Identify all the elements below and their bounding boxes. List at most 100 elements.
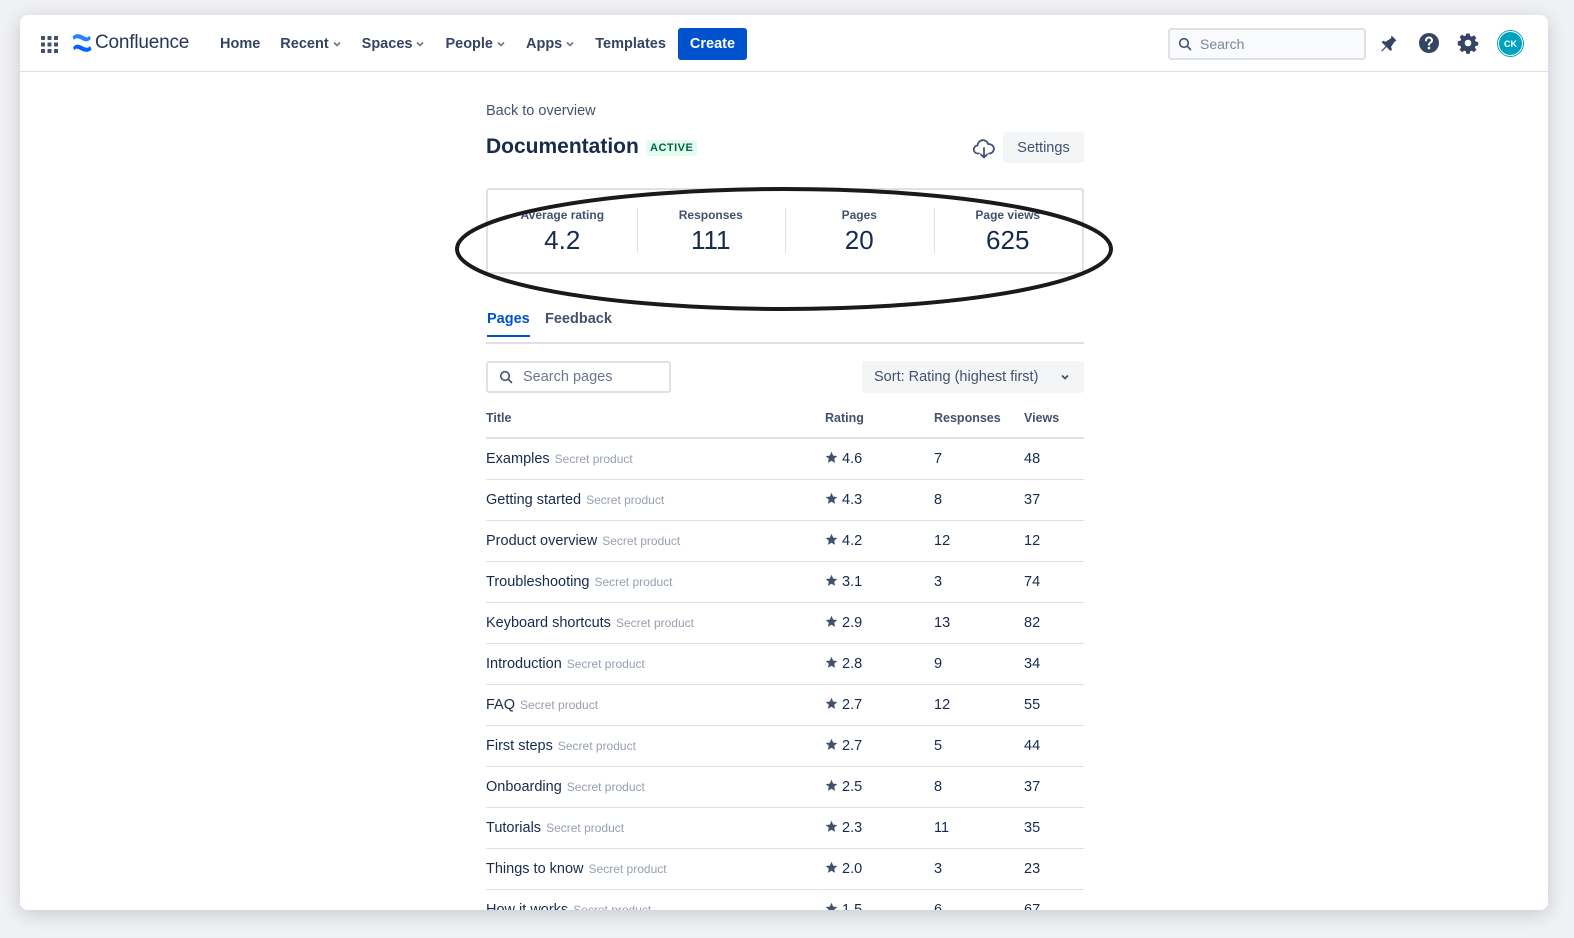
cell-views: 35 bbox=[1024, 807, 1084, 849]
pages-search-input[interactable] bbox=[523, 369, 663, 385]
cell-title: First steps Secret product bbox=[486, 725, 825, 767]
stat-average-rating: Average rating 4.2 bbox=[488, 190, 637, 272]
tab-feedback[interactable]: Feedback bbox=[545, 311, 612, 335]
chevron-down-icon bbox=[333, 41, 341, 47]
rating-value: 2.8 bbox=[842, 655, 863, 672]
cell-views: 23 bbox=[1024, 848, 1084, 890]
space-name: Secret product bbox=[615, 615, 694, 630]
nav-item-label: Templates bbox=[595, 35, 666, 52]
table-row: Examples Secret product 4.6 7 48 bbox=[486, 438, 1084, 480]
page-title-link[interactable]: How it works bbox=[486, 902, 568, 911]
star-icon bbox=[825, 779, 838, 791]
stat-label: Average rating bbox=[520, 208, 605, 222]
stat-label: Responses bbox=[678, 208, 743, 222]
cell-responses: 12 bbox=[934, 684, 1024, 726]
stats-panel: Average rating 4.2 Responses 111 Pages 2… bbox=[486, 188, 1084, 274]
space-name: Secret product bbox=[566, 656, 645, 671]
cell-rating: 4.2 bbox=[825, 520, 934, 562]
space-name: Secret product bbox=[520, 697, 599, 712]
table-row: How it works Secret product 1.5 6 67 bbox=[486, 889, 1084, 910]
cell-views: 74 bbox=[1024, 561, 1084, 603]
cell-rating: 4.3 bbox=[825, 479, 934, 521]
nav-item-apps[interactable]: Apps bbox=[526, 36, 575, 52]
pages-search[interactable] bbox=[486, 361, 671, 393]
cell-rating: 2.5 bbox=[825, 766, 934, 808]
star-icon bbox=[825, 574, 838, 586]
cell-title: FAQ Secret product bbox=[486, 684, 825, 726]
page-title-link[interactable]: Product overview bbox=[486, 533, 597, 549]
confluence-logo-icon bbox=[72, 34, 92, 52]
notifications-icon[interactable] bbox=[1378, 32, 1400, 54]
page-title-link[interactable]: FAQ bbox=[486, 697, 515, 713]
page-title-link[interactable]: Introduction bbox=[486, 656, 562, 672]
page-title-link[interactable]: Examples bbox=[486, 451, 550, 467]
cell-title: Onboarding Secret product bbox=[486, 766, 825, 808]
space-name: Secret product bbox=[594, 574, 673, 589]
sort-dropdown[interactable]: Sort: Rating (highest first) bbox=[862, 361, 1084, 393]
cell-responses: 12 bbox=[934, 520, 1024, 562]
cell-views: 37 bbox=[1024, 479, 1084, 521]
nav-item-home[interactable]: Home bbox=[220, 36, 260, 52]
cell-rating: 2.0 bbox=[825, 848, 934, 890]
table-row: Getting started Secret product 4.3 8 37 bbox=[486, 479, 1084, 521]
column-header-views[interactable]: Views bbox=[1024, 399, 1084, 439]
page-title-link[interactable]: Tutorials bbox=[486, 820, 541, 836]
cell-title: Getting started Secret product bbox=[486, 479, 825, 521]
page-title-link[interactable]: Troubleshooting bbox=[486, 574, 589, 590]
table-body: Examples Secret product 4.6 7 4 8 Getting star… bbox=[486, 438, 1084, 910]
top-navigation: Confluence Home Recent Spaces People App… bbox=[20, 15, 1548, 72]
global-search[interactable] bbox=[1168, 28, 1366, 60]
page-title-link[interactable]: Getting started bbox=[486, 492, 581, 508]
settings-button[interactable]: Settings bbox=[1003, 132, 1084, 163]
cell-title: Product overview Secret product bbox=[486, 520, 825, 562]
rating-value: 4.3 bbox=[842, 491, 863, 508]
space-name: Secret product bbox=[554, 451, 633, 466]
cell-views: 82 bbox=[1024, 602, 1084, 644]
stat-page-views: Page views 625 bbox=[933, 190, 1083, 272]
cell-rating: 4.6 bbox=[825, 438, 934, 480]
tab-bar: Pages Feedback bbox=[486, 304, 1084, 344]
page-title-link[interactable]: Things to know bbox=[486, 861, 584, 877]
cell-responses: 11 bbox=[934, 807, 1024, 849]
cell-title: Troubleshooting Secret product bbox=[486, 561, 825, 603]
sort-label: Sort: Rating (highest first) bbox=[874, 369, 1039, 385]
column-header-title[interactable]: Title bbox=[486, 399, 825, 439]
nav-item-people[interactable]: People bbox=[445, 36, 506, 52]
column-header-responses[interactable]: Responses bbox=[934, 399, 1024, 439]
app-switcher-icon[interactable] bbox=[41, 36, 58, 53]
cell-responses: 8 bbox=[934, 766, 1024, 808]
stat-label: Page views bbox=[975, 208, 1041, 222]
space-name: Secret product bbox=[546, 820, 625, 835]
cell-rating: 3.1 bbox=[825, 561, 934, 603]
cell-views: 37 bbox=[1024, 766, 1084, 808]
help-icon[interactable] bbox=[1418, 32, 1440, 54]
page-title-link[interactable]: First steps bbox=[486, 738, 553, 754]
user-avatar[interactable]: CK bbox=[1498, 31, 1523, 56]
star-icon bbox=[825, 533, 838, 545]
nav-item-templates[interactable]: Templates bbox=[595, 36, 666, 52]
chevron-down-icon bbox=[566, 41, 574, 47]
confluence-logo[interactable]: Confluence bbox=[72, 32, 189, 54]
star-icon bbox=[825, 861, 838, 873]
create-button[interactable]: Create bbox=[678, 28, 747, 60]
status-badge: ACTIVE bbox=[646, 140, 698, 156]
space-name: Secret product bbox=[566, 779, 645, 794]
pages-table: Title Rating Responses Views Examples Sec… bbox=[486, 399, 1084, 910]
cell-views: 48 bbox=[1024, 438, 1084, 480]
stat-value: 4.2 bbox=[544, 225, 581, 255]
page-title-link[interactable]: Onboarding bbox=[486, 779, 562, 795]
column-header-rating[interactable]: Rating bbox=[825, 399, 934, 439]
cell-responses: 13 bbox=[934, 602, 1024, 644]
tab-pages[interactable]: Pages bbox=[487, 311, 530, 337]
page-title-link[interactable]: Keyboard shortcuts bbox=[486, 615, 611, 631]
nav-item-spaces[interactable]: Spaces bbox=[362, 36, 426, 52]
space-name: Secret product bbox=[557, 738, 636, 753]
rating-value: 2.0 bbox=[842, 860, 863, 877]
cloud-download-icon[interactable] bbox=[972, 137, 996, 161]
nav-item-recent[interactable]: Recent bbox=[280, 36, 341, 52]
global-search-input[interactable] bbox=[1200, 36, 1350, 52]
nav-item-label: Spaces bbox=[361, 35, 413, 52]
settings-gear-icon[interactable] bbox=[1457, 32, 1479, 54]
cell-title: How it works Secret product bbox=[486, 889, 825, 910]
back-to-overview-link[interactable]: Back to overview bbox=[486, 103, 596, 119]
